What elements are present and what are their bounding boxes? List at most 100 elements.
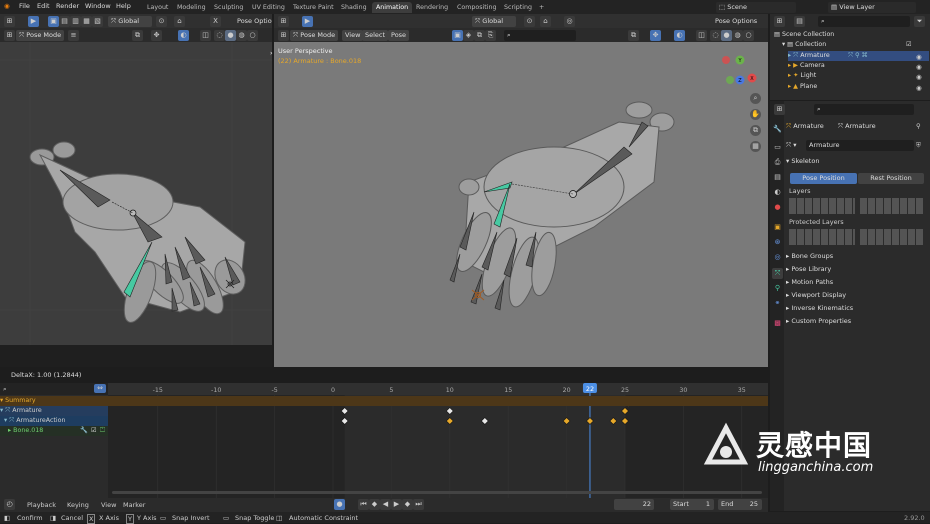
blender-logo-icon[interactable]: ◉ [4, 2, 10, 10]
select-box-icon[interactable]: ▣ [48, 16, 59, 27]
outliner-item-armature[interactable]: ▸ ⤧ Armature ⤧ ⚲ ⌘ [788, 51, 929, 61]
pin-icon[interactable]: ⚲ [916, 122, 921, 130]
gizmo-toggle-icon[interactable]: ✥ [151, 30, 162, 41]
search-field[interactable]: ⌕ [504, 30, 576, 41]
material-shading-icon[interactable]: ◍ [732, 30, 743, 41]
select-invert-icon[interactable]: ▧ [92, 16, 103, 27]
camera-view-icon[interactable]: ⧉ [628, 30, 639, 41]
rendered-shading-icon[interactable]: ○ [247, 30, 258, 41]
solid-shading-icon[interactable]: ● [721, 30, 732, 41]
panel-bone-groups[interactable]: ▸ Bone Groups [786, 250, 924, 262]
panel-custom-properties[interactable]: ▸ Custom Properties [786, 315, 924, 327]
next-key-icon[interactable]: ◆ [402, 499, 413, 510]
wireframe-shading-icon[interactable]: ◌ [214, 30, 225, 41]
mode-dropdown[interactable]: ⤧ Pose Mode [16, 30, 64, 41]
select-tool-icon[interactable]: ▶ [302, 16, 313, 27]
pose-position-button[interactable]: Pose Position [790, 173, 857, 184]
select-tool-icon[interactable]: ▶ [28, 16, 39, 27]
outliner-item-camera[interactable]: ▸ ▶ Camera [788, 61, 930, 71]
rest-position-button[interactable]: Rest Position [858, 173, 924, 184]
physics-tab-icon[interactable]: ◎ [772, 252, 783, 263]
select-subtract-icon[interactable]: ▥ [70, 16, 81, 27]
tab-sculpting[interactable]: Sculpting [210, 2, 247, 13]
world-tab-icon[interactable]: ● [772, 202, 783, 213]
xray-icon[interactable]: ◫ [696, 30, 707, 41]
modifier-tab-icon[interactable]: ⊛ [772, 237, 783, 248]
menu-pose[interactable]: Pose [388, 30, 410, 41]
view-layer-selector[interactable]: ▤ View Layer [828, 2, 916, 13]
snap-icon[interactable]: ⌂ [540, 16, 551, 27]
orientation-dropdown[interactable]: ⤧ Global [108, 16, 152, 27]
panel-motion-paths[interactable]: ▸ Motion Paths [786, 276, 924, 288]
pivot-icon[interactable]: ⊙ [524, 16, 535, 27]
solid-shading-icon[interactable]: ● [225, 30, 236, 41]
outliner-scene-collection[interactable]: ▤ Scene Collection [774, 30, 921, 40]
tab-compositing[interactable]: Compositing [453, 2, 500, 13]
pivot-icon[interactable]: ⊙ [156, 16, 167, 27]
start-frame-field[interactable]: Start 1 [670, 499, 714, 510]
menu-view[interactable]: View [342, 30, 364, 41]
prev-key-icon[interactable]: ◆ [369, 499, 380, 510]
left-viewport[interactable] [0, 42, 272, 345]
view-layer-tab-icon[interactable]: ▤ [772, 172, 783, 183]
properties-search[interactable]: ⌕ [814, 104, 914, 115]
outliner-item-plane[interactable]: ▸ ▲ Plane [788, 82, 930, 92]
menu-render[interactable]: Render [56, 2, 79, 10]
add-workspace-icon[interactable]: + [535, 2, 548, 13]
protected-layers-grid[interactable] [789, 229, 855, 245]
snap-icon[interactable]: ⌂ [174, 16, 185, 27]
menu-playback[interactable]: Playback [27, 501, 56, 509]
select-intersect-icon[interactable]: ▦ [81, 16, 92, 27]
menu-window[interactable]: Window [85, 2, 111, 10]
outliner-item-light[interactable]: ▸ ✦ Light [788, 71, 930, 81]
paste-pose-icon[interactable]: ⎘ [485, 30, 496, 41]
mode-dropdown[interactable]: ⤧ Pose Mode [290, 30, 338, 41]
shield-icon[interactable]: ⛨ [916, 141, 921, 150]
current-frame-field[interactable]: 22 [614, 499, 654, 510]
proportional-edit-icon[interactable]: ◎ [564, 16, 575, 27]
tab-texture-paint[interactable]: Texture Paint [289, 2, 338, 13]
tab-uv-editing[interactable]: UV Editing [248, 2, 289, 13]
render-tab-icon[interactable]: ▭ [772, 142, 783, 153]
record-icon[interactable]: ● [334, 499, 345, 510]
panel-inverse-kinematics[interactable]: ▸ Inverse Kinematics [786, 302, 924, 314]
scene-selector[interactable]: ⬚ Scene [716, 2, 796, 13]
camera-icon[interactable]: ⧉ [750, 125, 761, 136]
tab-animation[interactable]: Animation [372, 2, 413, 13]
overlay-icon[interactable]: ◐ [674, 30, 685, 41]
overlay-icon[interactable]: ◐ [178, 30, 189, 41]
pose-options-button[interactable]: Pose Options [712, 16, 758, 27]
armature-data-field[interactable]: Armature [806, 140, 914, 151]
wrench-icon[interactable]: 🔧 [80, 426, 88, 436]
zoom-icon[interactable]: ⌕ [750, 93, 761, 104]
lock-icon[interactable]: ⏍ [100, 426, 105, 436]
play-icon[interactable]: ▶ [391, 499, 402, 510]
tab-rendering[interactable]: Rendering [412, 2, 452, 13]
pose-options-button[interactable]: Pose Option [234, 16, 272, 27]
main-viewport[interactable]: User Perspective (22) Armature : Bone.01… [274, 42, 768, 367]
checkbox-icon[interactable]: ☑ [91, 426, 97, 436]
gizmo-toggle-icon[interactable]: ✥ [650, 30, 661, 41]
copy-pose-icon[interactable]: ⧉ [474, 30, 485, 41]
menu-edit[interactable]: Edit [37, 2, 50, 10]
jump-end-icon[interactable]: ⏭ [413, 499, 424, 510]
menu-keying[interactable]: Keying [67, 501, 89, 509]
xray-icon[interactable]: ◫ [200, 30, 211, 41]
eye-icon[interactable]: ◉ [916, 84, 922, 92]
camera-view-icon[interactable]: ⧉ [132, 30, 143, 41]
editor-type-icon[interactable]: ⊞ [278, 16, 289, 27]
material-shading-icon[interactable]: ◍ [236, 30, 247, 41]
x-mirror-icon[interactable]: X [210, 16, 221, 27]
tab-scripting[interactable]: Scripting [500, 2, 536, 13]
play-reverse-icon[interactable]: ◀ [380, 499, 391, 510]
editor-type-icon[interactable]: ⊞ [4, 30, 15, 41]
editor-type-icon[interactable]: ⊞ [774, 16, 785, 27]
perspective-toggle-icon[interactable]: ▦ [750, 141, 761, 152]
editor-type-icon[interactable]: ⊞ [4, 16, 15, 27]
menu-marker[interactable]: Marker [123, 501, 145, 509]
display-mode-icon[interactable]: ▤ [794, 16, 805, 27]
texture-tab-icon[interactable]: ▩ [772, 318, 783, 329]
keying-icon[interactable]: ◈ [463, 30, 474, 41]
bone-tab-icon[interactable]: ⚲ [772, 283, 783, 294]
bone-constraint-tab-icon[interactable]: ⚭ [772, 298, 783, 309]
